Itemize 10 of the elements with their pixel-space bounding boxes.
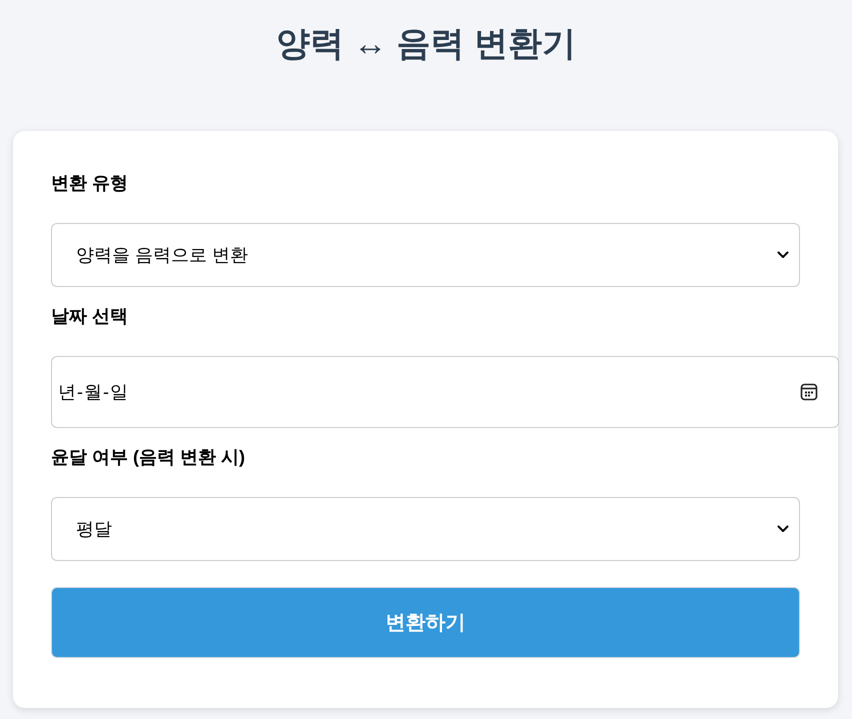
- field-label: 변환 유형: [51, 172, 128, 195]
- chevron-down-icon: [777, 251, 789, 259]
- dropdown-select[interactable]: 양력을 음력으로 변환: [51, 223, 800, 287]
- calendar-icon[interactable]: [800, 383, 818, 401]
- page-title: 양력 ↔ 음력 변환기: [276, 24, 576, 65]
- dropdown-select[interactable]: 평달: [51, 497, 800, 561]
- chevron-down-icon: [777, 525, 789, 533]
- field-label: 윤달 여부 (음력 변환 시): [51, 446, 245, 469]
- field-label: 날짜 선택: [51, 305, 128, 328]
- date-input[interactable]: 년-월-일: [51, 356, 839, 428]
